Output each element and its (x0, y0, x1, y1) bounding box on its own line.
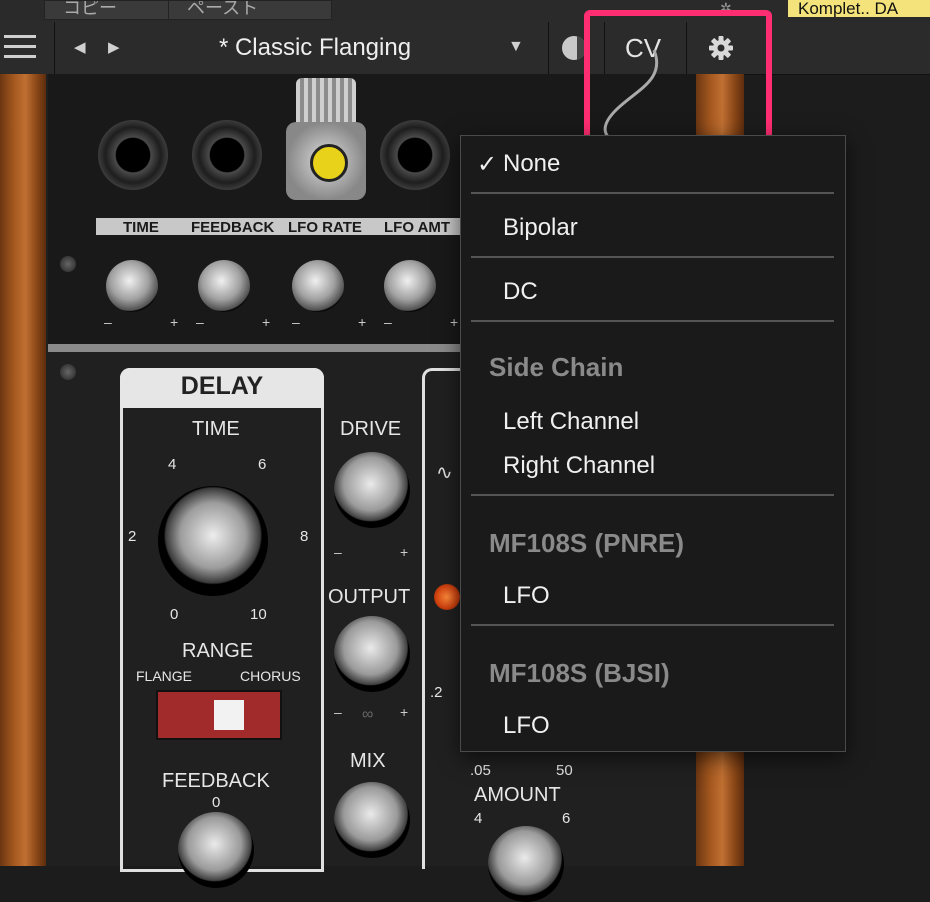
wood-side-panel-left (0, 74, 46, 866)
jack-label-lfo-rate: LFO RATE (288, 219, 362, 236)
menu-header-label: Side Chain (489, 352, 624, 382)
menu-separator (471, 256, 834, 258)
header-separator (548, 22, 549, 74)
delay-section-frame (120, 368, 324, 872)
jack-label-feedback: FEEDBACK (191, 219, 275, 236)
amount-knob[interactable] (488, 826, 564, 902)
lfo-amt-cv-amount-knob[interactable] (384, 260, 436, 312)
menu-icon[interactable] (4, 35, 36, 59)
link-icon[interactable]: ∞ (362, 706, 373, 724)
preset-name[interactable]: * Classic Flanging (150, 34, 480, 62)
time-tick: 4 (168, 456, 177, 473)
minus-sign: – (334, 544, 342, 560)
time-cv-jack[interactable] (98, 120, 168, 190)
paste-button[interactable]: ペースト (168, 0, 332, 20)
checkmark-icon: ✓ (477, 151, 498, 178)
copy-button[interactable]: コピー (44, 0, 182, 20)
delay-time-knob[interactable] (158, 486, 268, 596)
prev-arrow-icon[interactable]: ◀ (74, 38, 86, 56)
menu-item-label: None (503, 150, 561, 177)
minus-sign: – (384, 314, 392, 330)
menu-header-label: MF108S (PNRE) (489, 528, 685, 558)
panel-screw (60, 364, 76, 380)
time-tick: 2 (128, 528, 137, 545)
feedback-cv-amount-knob[interactable] (198, 260, 250, 312)
paste-label: ペースト (187, 0, 259, 18)
lfo-tick: .2 (430, 684, 443, 701)
plus-sign: + (358, 314, 367, 330)
time-tick: 8 (300, 528, 309, 545)
menu-item-label: LFO (503, 712, 550, 739)
feedback-label: FEEDBACK (162, 770, 270, 792)
plugin-name-tab[interactable]: Komplet.. DA (788, 0, 930, 17)
menu-separator (471, 494, 834, 496)
output-knob[interactable] (334, 616, 410, 692)
amount-tick: 6 (562, 810, 571, 827)
menu-separator (471, 320, 834, 322)
time-label: TIME (192, 418, 240, 440)
menu-item-label: Bipolar (503, 214, 578, 241)
drive-knob[interactable] (334, 452, 410, 528)
plus-sign: + (262, 314, 271, 330)
jack-label-time: TIME (123, 219, 159, 236)
range-toggle-switch[interactable] (156, 690, 282, 740)
header-separator (54, 22, 55, 74)
plus-sign: + (450, 314, 459, 330)
drive-label: DRIVE (340, 418, 402, 440)
copy-label: コピー (63, 0, 117, 18)
time-tick: 6 (258, 456, 267, 473)
menu-item-label: Right Channel (503, 452, 656, 479)
lfo-led (434, 584, 460, 610)
panel-screw (60, 256, 76, 272)
sine-wave-icon: ∿ (436, 462, 453, 484)
time-tick: 10 (250, 606, 267, 623)
plus-sign: + (400, 704, 409, 720)
next-arrow-icon[interactable]: ▶ (108, 38, 120, 56)
minus-sign: – (292, 314, 300, 330)
output-label: OUTPUT (328, 586, 411, 608)
cv-source-menu: ✓ None Bipolar DC Side Chain Left Channe… (460, 135, 846, 752)
range-flange-label: FLANGE (136, 668, 193, 684)
time-tick: 0 (170, 606, 179, 623)
menu-item-label: LFO (503, 582, 550, 609)
plugged-jack[interactable] (286, 122, 366, 200)
minus-sign: – (334, 704, 342, 720)
plug-logo-icon (310, 144, 348, 182)
menu-item-label: Left Channel (503, 408, 640, 435)
lfo-amt-cv-jack[interactable] (380, 120, 450, 190)
plus-sign: + (170, 314, 179, 330)
minus-sign: – (104, 314, 112, 330)
feedback-knob[interactable] (178, 812, 254, 888)
jack-label-lfo-amt: LFO AMT (384, 219, 451, 236)
range-label: RANGE (182, 640, 254, 662)
menu-item-label: DC (503, 278, 538, 305)
mix-label: MIX (350, 750, 386, 772)
dropdown-icon[interactable]: ▼ (508, 38, 524, 56)
mix-knob[interactable] (334, 782, 410, 858)
amount-tick: 4 (474, 810, 483, 827)
time-cv-amount-knob[interactable] (106, 260, 158, 312)
menu-separator (471, 192, 834, 194)
menu-separator (471, 624, 834, 626)
plus-sign: + (400, 544, 409, 560)
compare-icon[interactable] (562, 36, 586, 60)
feedback-tick: 0 (212, 794, 221, 811)
feedback-cv-jack[interactable] (192, 120, 262, 190)
menu-header-label: MF108S (BJSI) (489, 658, 670, 688)
delay-title: DELAY (180, 372, 264, 400)
lfo-tick: 50 (556, 762, 573, 779)
amount-label: AMOUNT (474, 784, 561, 806)
range-chorus-label: CHORUS (240, 668, 301, 684)
minus-sign: – (196, 314, 204, 330)
lfo-tick: .05 (470, 762, 491, 779)
lfo-rate-cv-amount-knob[interactable] (292, 260, 344, 312)
